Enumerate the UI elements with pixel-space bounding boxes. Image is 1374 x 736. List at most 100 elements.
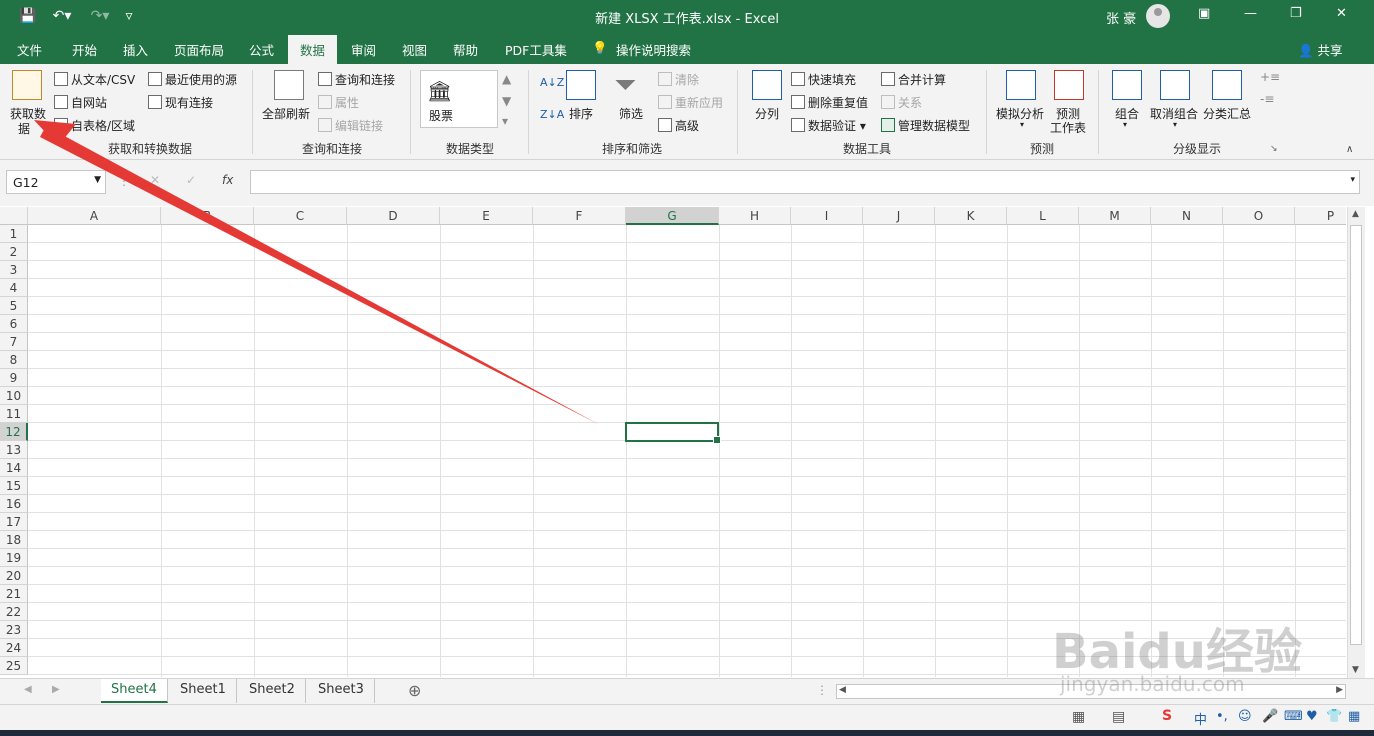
enter-icon[interactable]: ✓ xyxy=(186,173,196,187)
row-header[interactable]: 10 xyxy=(0,387,28,405)
get-data-button-line2[interactable]: 据 xyxy=(18,120,30,137)
col-header[interactable]: N xyxy=(1151,207,1223,225)
col-header[interactable]: D xyxy=(347,207,440,225)
tab-insert[interactable]: 插入 xyxy=(123,40,148,59)
input-method-icon[interactable]: S xyxy=(1162,708,1172,724)
col-header[interactable]: I xyxy=(791,207,863,225)
col-header[interactable]: O xyxy=(1223,207,1295,225)
close-icon[interactable]: ✕ xyxy=(1336,6,1347,21)
sort-icon[interactable] xyxy=(566,70,596,100)
row-header[interactable]: 6 xyxy=(0,315,28,333)
row-header[interactable]: 1 xyxy=(0,225,28,243)
shirt-icon[interactable]: 👕 xyxy=(1326,709,1342,724)
recent-sources-button[interactable]: 最近使用的源 xyxy=(148,71,237,88)
queries-connections-button[interactable]: 查询和连接 xyxy=(318,71,395,88)
microphone-icon[interactable]: 🎤 xyxy=(1262,709,1278,724)
row-header[interactable]: 5 xyxy=(0,297,28,315)
row-header[interactable]: 11 xyxy=(0,405,28,423)
subtotal-button[interactable]: 分类汇总 xyxy=(1203,105,1251,122)
cancel-icon[interactable]: ✕ xyxy=(150,173,160,187)
ime-punctuation-icon[interactable]: •, xyxy=(1216,709,1228,724)
forecast-sheet-icon[interactable] xyxy=(1054,70,1084,100)
group-icon[interactable] xyxy=(1112,70,1142,100)
hide-detail-icon[interactable]: -≡ xyxy=(1260,92,1274,106)
advanced-filter-button[interactable]: 高级 xyxy=(658,117,699,134)
from-web-button[interactable]: 自网站 xyxy=(54,94,107,111)
name-box[interactable]: G12 ▼ xyxy=(6,170,106,194)
dialog-launcher-icon[interactable]: ↘ xyxy=(1270,144,1278,154)
col-header[interactable]: C xyxy=(254,207,347,225)
row-header[interactable]: 25 xyxy=(0,657,28,675)
col-header-selected[interactable]: G xyxy=(626,207,719,225)
row-header[interactable]: 9 xyxy=(0,369,28,387)
insert-function-icon[interactable]: fx xyxy=(222,173,233,187)
sort-ascending-icon[interactable]: A↓Z xyxy=(540,76,564,89)
user-name[interactable]: 张 豪 xyxy=(1106,8,1136,27)
row-header-selected[interactable]: 12 xyxy=(0,423,28,441)
add-sheet-icon[interactable]: ⊕ xyxy=(408,681,421,700)
scroll-thumb[interactable] xyxy=(1350,225,1362,645)
row-header[interactable]: 15 xyxy=(0,477,28,495)
row-header[interactable]: 17 xyxy=(0,513,28,531)
normal-view-icon[interactable]: ▦ xyxy=(1072,709,1085,725)
row-header[interactable]: 14 xyxy=(0,459,28,477)
tell-me-search[interactable]: 操作说明搜索 xyxy=(616,40,691,59)
ungroup-icon[interactable] xyxy=(1160,70,1190,100)
ime-chinese-icon[interactable]: 中 xyxy=(1194,709,1207,728)
row-header[interactable]: 3 xyxy=(0,261,28,279)
text-to-columns-button[interactable]: 分列 xyxy=(755,105,779,122)
tab-review[interactable]: 审阅 xyxy=(351,40,376,59)
tab-file[interactable]: 文件 xyxy=(17,40,42,59)
maximize-icon[interactable]: ❐ xyxy=(1290,6,1302,21)
ungroup-dropdown-icon[interactable]: ▾ xyxy=(1173,120,1177,129)
col-header[interactable]: A xyxy=(28,207,161,225)
filter-icon[interactable]: ⏷ xyxy=(614,68,636,102)
clear-filter-button[interactable]: 清除 xyxy=(658,71,699,88)
row-header[interactable]: 21 xyxy=(0,585,28,603)
row-header[interactable]: 24 xyxy=(0,639,28,657)
minimize-icon[interactable]: — xyxy=(1244,6,1257,21)
split-handle-icon[interactable]: ⋮ xyxy=(816,683,828,697)
scroll-left-icon[interactable]: ◀ xyxy=(839,685,846,695)
subtotal-icon[interactable] xyxy=(1212,70,1242,100)
text-to-columns-icon[interactable] xyxy=(752,70,782,100)
chevron-down-icon[interactable]: ▼ xyxy=(94,175,101,185)
gallery-scroll-up-icon[interactable]: ▲ xyxy=(502,72,511,86)
refresh-all-button[interactable]: 全部刷新 xyxy=(262,105,310,122)
ribbon-display-icon[interactable]: ▣ xyxy=(1198,6,1210,21)
vertical-scrollbar[interactable]: ▲ ▼ xyxy=(1347,207,1365,679)
collapse-ribbon-icon[interactable]: ∧ xyxy=(1346,144,1353,155)
row-header[interactable]: 19 xyxy=(0,549,28,567)
properties-button[interactable]: 属性 xyxy=(318,94,359,111)
tab-help[interactable]: 帮助 xyxy=(453,40,478,59)
col-header[interactable]: P xyxy=(1295,207,1346,225)
row-header[interactable]: 23 xyxy=(0,621,28,639)
scroll-up-icon[interactable]: ▲ xyxy=(1352,209,1359,219)
col-header[interactable]: B xyxy=(161,207,254,225)
sheet-tab-sheet4[interactable]: Sheet4 xyxy=(101,679,168,703)
emoji-icon[interactable]: ☺ xyxy=(1238,709,1252,724)
what-if-dropdown-icon[interactable]: ▾ xyxy=(1020,120,1024,129)
scroll-right-icon[interactable]: ▶ xyxy=(1336,685,1343,695)
tab-page-layout[interactable]: 页面布局 xyxy=(174,40,224,59)
row-header[interactable]: 16 xyxy=(0,495,28,513)
data-types-gallery[interactable]: 🏛 股票 xyxy=(420,70,498,128)
col-header[interactable]: E xyxy=(440,207,533,225)
gallery-more-icon[interactable]: ▾ xyxy=(502,114,508,128)
scroll-down-icon[interactable]: ▼ xyxy=(1352,665,1359,675)
sheet-tab-sheet2[interactable]: Sheet2 xyxy=(239,679,306,703)
page-layout-view-icon[interactable]: ▤ xyxy=(1112,709,1125,725)
grid-icon[interactable]: ▦ xyxy=(1348,709,1360,724)
selected-cell-g12[interactable] xyxy=(625,422,721,444)
from-text-csv-button[interactable]: 从文本/CSV xyxy=(54,71,135,88)
edit-links-button[interactable]: 编辑链接 xyxy=(318,117,383,134)
consolidate-button[interactable]: 合并计算 xyxy=(881,71,946,88)
gallery-scroll-down-icon[interactable]: ▼ xyxy=(502,94,511,108)
keyboard-icon[interactable]: ⌨ xyxy=(1284,709,1303,724)
share-button[interactable]: 👤 共享 xyxy=(1298,40,1343,59)
col-header[interactable]: H xyxy=(719,207,791,225)
formula-input[interactable]: ▾ xyxy=(250,170,1360,194)
avatar[interactable] xyxy=(1146,4,1170,28)
skin-icon[interactable]: ♥ xyxy=(1306,709,1318,724)
what-if-icon[interactable] xyxy=(1006,70,1036,100)
